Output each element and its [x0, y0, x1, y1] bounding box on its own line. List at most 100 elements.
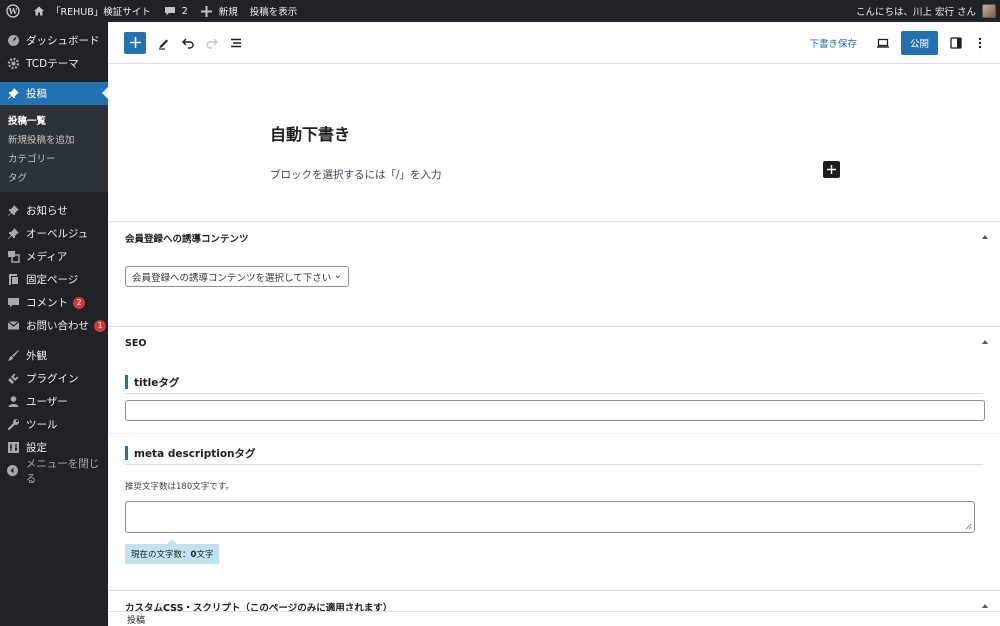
sidebar-item-users[interactable]: ユーザー: [0, 390, 108, 413]
pushpin-icon: [6, 204, 20, 218]
pages-icon: [6, 273, 20, 287]
view-post-label: 投稿を表示: [249, 7, 298, 18]
pencil-icon: [159, 39, 168, 50]
redo-button[interactable]: [200, 31, 224, 55]
submenu-item-all-posts[interactable]: 投稿一覧: [0, 110, 108, 129]
editor-canvas: 自動下書き ブロックを選択するには「/」を入力: [108, 64, 1000, 221]
metabox-header[interactable]: SEO: [108, 327, 1000, 359]
sidebar-item-auberge[interactable]: オーベルジュ: [0, 222, 108, 245]
block-appender-placeholder[interactable]: ブロックを選択するには「/」を入力: [270, 167, 442, 182]
sidebar-item-label: メディア: [26, 251, 68, 263]
post-title[interactable]: 自動下書き: [270, 121, 350, 145]
posts-submenu: 投稿一覧 新規投稿を追加 カテゴリー タグ: [0, 105, 108, 192]
sidebar-item-label: 外観: [26, 350, 47, 362]
greeting: こんにちは、川上 宏行 さん: [855, 7, 976, 18]
sidebar-item-label: 投稿: [26, 88, 47, 100]
sidebar-item-media[interactable]: メディア: [0, 245, 108, 268]
comments-badge: 2: [73, 296, 85, 309]
metabox-custom-css: カスタムCSS・スクリプト（このページのみに適用されます）: [108, 590, 1000, 611]
new-content-link[interactable]: 新規: [194, 0, 244, 22]
heading-accent-bar: [125, 375, 128, 389]
pushpin-icon: [6, 87, 20, 101]
sidebar-item-label: お問い合わせ: [26, 320, 89, 332]
svg-text:W: W: [8, 6, 19, 16]
wrench-icon: [6, 418, 20, 432]
collapse-toggle-icon[interactable]: [982, 604, 988, 608]
save-draft-button[interactable]: 下書き保存: [809, 36, 857, 50]
sidebar-item-news[interactable]: お知らせ: [0, 199, 108, 222]
metabox-header[interactable]: カスタムCSS・スクリプト（このページのみに適用されます）: [108, 591, 1000, 611]
publish-button[interactable]: 公開: [900, 30, 938, 55]
editor-header: 下書き保存 公開: [108, 22, 1000, 64]
resize-handle-icon[interactable]: [965, 523, 972, 530]
sidebar-item-pages[interactable]: 固定ページ: [0, 268, 108, 291]
title-tag-heading: titleタグ: [125, 371, 983, 394]
redo-icon: [206, 38, 218, 49]
recommended-length-hint: 推奨文字数は180文字です。: [125, 482, 234, 492]
plus-icon: [129, 36, 141, 48]
inline-block-inserter-button[interactable]: [823, 161, 840, 178]
home-icon: [32, 4, 46, 18]
meta-description-textarea[interactable]: [125, 501, 975, 533]
membership-content-select[interactable]: 会員登録への誘導コンテンツを選択して下さい ⌄: [125, 266, 349, 287]
comment-bubble-icon: [6, 296, 20, 310]
sidebar-item-label: お知らせ: [26, 205, 68, 217]
submenu-item-categories[interactable]: カテゴリー: [0, 148, 108, 167]
sidebar-item-label: プラグイン: [26, 373, 79, 385]
gear-icon: [6, 57, 20, 71]
contact-badge: 1: [94, 319, 106, 332]
sidebar-item-tools[interactable]: ツール: [0, 413, 108, 436]
wordpress-logo-icon: W: [6, 4, 20, 18]
options-button[interactable]: [968, 31, 992, 55]
sidebar-item-comments[interactable]: コメント 2: [0, 291, 108, 314]
counter-prefix: 現在の文字数：: [131, 550, 191, 560]
submenu-item-tags[interactable]: タグ: [0, 167, 108, 186]
account-menu[interactable]: こんにちは、川上 宏行 さん: [850, 0, 1000, 22]
sidebar-item-dashboard[interactable]: ダッシュボード: [0, 29, 108, 52]
undo-button[interactable]: [176, 31, 200, 55]
sidebar-item-label: ツール: [26, 419, 58, 431]
sidebar-item-posts[interactable]: 投稿: [0, 82, 108, 105]
sidebar-panel-icon: [950, 36, 962, 49]
breadcrumb[interactable]: 投稿: [127, 613, 145, 626]
admin-sidebar: ダッシュボード TCDテーマ 投稿 投稿一覧 新規投稿を追加 カテゴリー タグ …: [0, 22, 108, 626]
collapse-toggle-icon[interactable]: [982, 235, 988, 239]
collapse-menu-button[interactable]: メニューを閉じる: [0, 458, 108, 485]
more-vertical-icon: [978, 37, 982, 48]
view-post-link[interactable]: 投稿を表示: [244, 0, 304, 22]
sidebar-item-plugins[interactable]: プラグイン: [0, 367, 108, 390]
editor-footer: 投稿: [108, 611, 1000, 626]
wordpress-logo[interactable]: W: [0, 0, 26, 22]
heading-accent-bar: [125, 446, 128, 460]
submenu-item-add-new[interactable]: 新規投稿を追加: [0, 129, 108, 148]
site-name-link[interactable]: 「REHUB」検証サイト: [26, 0, 157, 22]
metabox-title: カスタムCSS・スクリプト（このページのみに適用されます）: [125, 603, 393, 611]
comments-link[interactable]: 2: [157, 0, 194, 22]
sidebar-item-appearance[interactable]: 外観: [0, 344, 108, 367]
pushpin-icon: [6, 227, 20, 241]
laptop-preview-icon: [876, 38, 889, 48]
undo-icon: [182, 38, 194, 49]
metabox-title: 会員登録への誘導コンテンツ: [125, 234, 249, 245]
metabox-header[interactable]: 会員登録への誘導コンテンツ: [108, 222, 1000, 254]
header-actions: 下書き保存 公開: [809, 30, 1000, 55]
avatar: [982, 4, 996, 18]
collapse-toggle-icon[interactable]: [982, 340, 988, 344]
collapse-label: メニューを閉じる: [25, 457, 100, 485]
tools-button[interactable]: [152, 31, 176, 55]
collapse-arrow-icon: [6, 464, 20, 478]
media-icon: [6, 250, 20, 264]
title-tag-input[interactable]: [125, 400, 985, 421]
sidebar-item-label: コメント: [26, 297, 68, 309]
block-inserter-button[interactable]: [124, 31, 146, 54]
document-overview-button[interactable]: [224, 31, 248, 55]
select-value: 会員登録への誘導コンテンツを選択して下さい: [132, 272, 332, 284]
sidebar-item-label: ユーザー: [26, 396, 68, 408]
sidebar-item-tcd-theme[interactable]: TCDテーマ: [0, 52, 108, 75]
metabox-membership: 会員登録への誘導コンテンツ 会員登録への誘導コンテンツを選択して下さい ⌄: [108, 221, 1000, 326]
sidebar-item-label: オーベルジュ: [26, 228, 89, 240]
sidebar-item-contact[interactable]: お問い合わせ 1: [0, 314, 108, 337]
preview-button[interactable]: [871, 31, 895, 55]
settings-sidebar-button[interactable]: [944, 31, 968, 55]
comment-bubble-icon: [163, 4, 177, 18]
